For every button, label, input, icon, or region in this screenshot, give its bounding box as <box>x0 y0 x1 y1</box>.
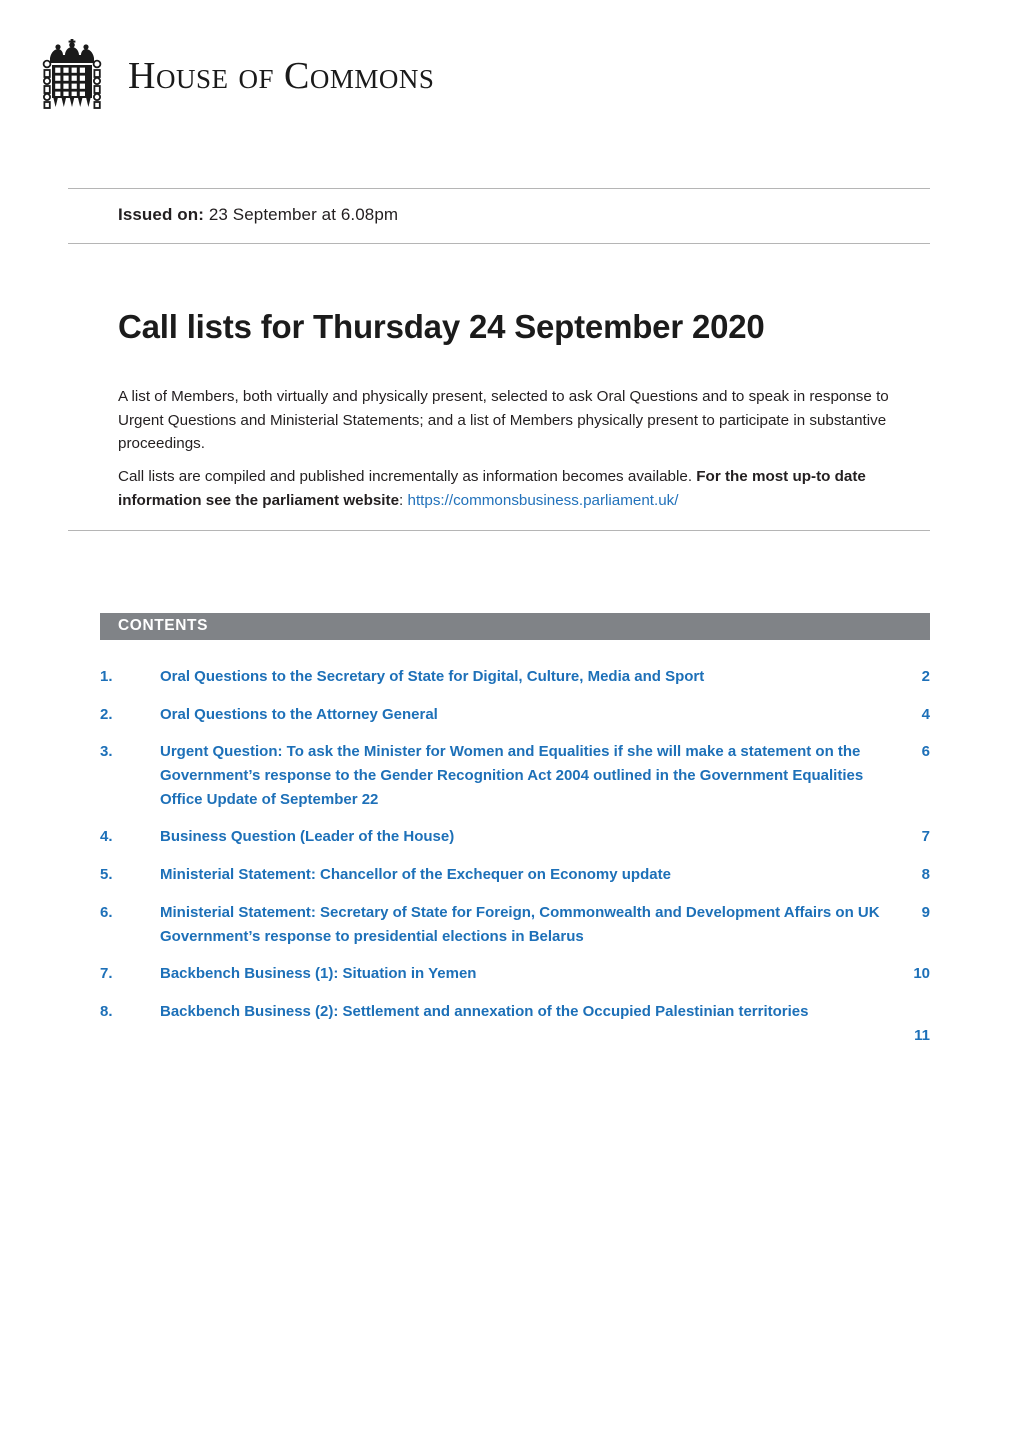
toc-entry-2[interactable]: 2. Oral Questions to the Attorney Genera… <box>100 703 930 727</box>
contents-header-bar: CONTENTS <box>100 613 930 640</box>
toc-entry-7[interactable]: 7. Backbench Business (1): Situation in … <box>100 962 930 986</box>
toc-entry-page: 4 <box>921 705 930 723</box>
toc-entry-number: 8. <box>100 1002 113 1020</box>
page-title: Call lists for Thursday 24 September 202… <box>118 308 765 346</box>
toc-entry-number: 3. <box>100 743 113 761</box>
toc-entry-6[interactable]: 6. Ministerial Statement: Secretary of S… <box>100 901 930 948</box>
toc-entry-label[interactable]: Business Question (Leader of the House) <box>160 825 896 849</box>
masthead-title-h: H <box>128 55 156 97</box>
toc-entry-label[interactable]: Oral Questions to the Attorney General <box>160 703 896 727</box>
toc-entry-page: 2 <box>921 668 930 685</box>
toc-entry-number: 6. <box>100 903 113 921</box>
masthead: HOUSE OF COMMONS <box>36 36 434 120</box>
toc-entry-page: 6 <box>921 743 930 761</box>
toc-entry-page: 11 <box>914 1026 930 1044</box>
toc-entry-4[interactable]: 4. Business Question (Leader of the Hous… <box>100 825 930 849</box>
toc-entry-number: 5. <box>100 866 113 884</box>
toc-entry-1[interactable]: 1. Oral Questions to the Secretary of St… <box>100 665 930 689</box>
toc-entry-page: 10 <box>913 965 930 983</box>
toc-entry-label[interactable]: Backbench Business (2): Settlement and a… <box>160 1000 930 1024</box>
toc-entry-number: 2. <box>100 705 113 723</box>
masthead-title: HOUSE OF COMMONS <box>128 57 434 99</box>
crowned-portcullis-icon <box>36 36 108 120</box>
toc-entry-page: 7 <box>921 828 930 846</box>
divider-under-intro <box>68 530 930 531</box>
intro-paragraph-2: Call lists are compiled and published in… <box>118 465 903 512</box>
toc-entry-page: 9 <box>921 903 930 921</box>
intro-paragraph-1: A list of Members, both virtually and ph… <box>118 388 889 453</box>
parliament-website-link[interactable]: https://commonsbusiness.parliament.uk/ <box>408 492 679 509</box>
masthead-title-of: OF <box>238 64 274 94</box>
issued-on-label: Issued on: <box>118 205 205 224</box>
intro-paragraph-2-plain-start: Call lists are compiled and published in… <box>118 468 697 486</box>
divider-top <box>68 188 930 189</box>
toc-entry-3[interactable]: 3. Urgent Question: To ask the Minister … <box>100 740 930 811</box>
masthead-title-ommons: OMMONS <box>309 64 435 94</box>
divider-under-issued <box>68 243 930 244</box>
masthead-title-c: C <box>283 55 310 97</box>
issued-on-line: Issued on: 23 September at 6.08pm <box>118 205 398 225</box>
toc-entry-label[interactable]: Urgent Question: To ask the Minister for… <box>160 740 896 811</box>
contents-header-label: CONTENTS <box>118 617 209 634</box>
toc-entry-number: 4. <box>100 828 113 846</box>
intro-paragraph-2-colon: : <box>399 491 408 509</box>
toc-entry-number: 1. <box>100 668 113 685</box>
toc-entry-label[interactable]: Oral Questions to the Secretary of State… <box>160 665 896 689</box>
toc-entry-label[interactable]: Ministerial Statement: Chancellor of the… <box>160 863 896 887</box>
issued-on-value: 23 September at 6.08pm <box>204 205 399 224</box>
toc-entry-label[interactable]: Backbench Business (1): Situation in Yem… <box>160 962 896 986</box>
toc-entry-page: 8 <box>921 866 930 884</box>
toc-entry-8[interactable]: 8. Backbench Business (2): Settlement an… <box>100 1000 930 1047</box>
table-of-contents: 1. Oral Questions to the Secretary of St… <box>100 665 930 1061</box>
toc-entry-5[interactable]: 5. Ministerial Statement: Chancellor of … <box>100 863 930 887</box>
toc-entry-label[interactable]: Ministerial Statement: Secretary of Stat… <box>160 901 896 948</box>
masthead-title-ouse: OUSE <box>155 64 229 94</box>
toc-entry-number: 7. <box>100 965 113 983</box>
